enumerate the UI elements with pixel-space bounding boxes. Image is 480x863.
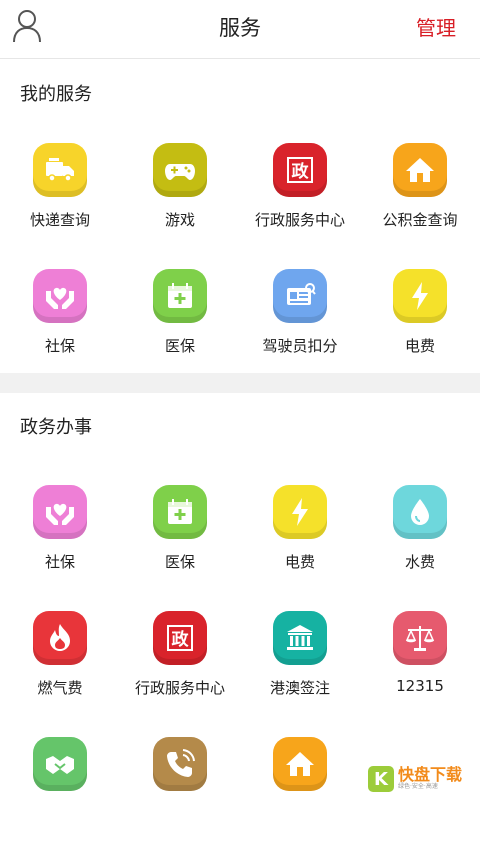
scales-icon	[393, 611, 447, 665]
water-drop-icon	[393, 485, 447, 539]
section-divider	[0, 373, 480, 393]
hands-heart-icon	[33, 485, 87, 539]
house-icon	[393, 143, 447, 197]
delivery-truck-icon	[33, 143, 87, 197]
service-item[interactable]: 电费	[240, 485, 360, 611]
watermark-logo: K 快盘下载 绿色·安全·高速	[368, 764, 474, 794]
gamepad-icon	[153, 143, 207, 197]
service-item-label: 12315	[396, 677, 444, 695]
service-item[interactable]	[240, 737, 360, 863]
service-item-label: 游戏	[164, 211, 195, 229]
watermark-mark: K	[368, 766, 394, 792]
service-item[interactable]: 政行政服务中心	[120, 611, 240, 737]
service-item-label: 快递查询	[29, 211, 90, 229]
service-item[interactable]: 水费	[360, 485, 480, 611]
medical-calendar-icon	[153, 485, 207, 539]
flame-icon	[33, 611, 87, 665]
service-item-label: 燃气费	[37, 679, 83, 697]
svg-text:政: 政	[292, 161, 310, 182]
hands-heart-icon	[33, 269, 87, 323]
service-item[interactable]: 游戏	[120, 143, 240, 269]
manage-button[interactable]: 管理	[416, 12, 456, 41]
service-item[interactable]: 燃气费	[0, 611, 120, 737]
service-item-label: 医保	[164, 553, 195, 571]
service-item-label: 港澳签注	[269, 679, 330, 697]
top-bar: 服务 管理	[0, 0, 480, 59]
section-title-my-services: 我的服务	[20, 84, 92, 105]
service-item-label: 行政服务中心	[134, 679, 225, 697]
service-item-label: 医保	[164, 337, 195, 355]
service-item-label: 电费	[404, 337, 435, 355]
svg-text:政: 政	[172, 629, 190, 650]
watermark-text: 快盘下载	[398, 765, 463, 784]
house-icon	[273, 737, 327, 791]
government-icon: 政	[153, 611, 207, 665]
government-icon: 政	[273, 143, 327, 197]
service-item[interactable]: 公积金查询	[360, 143, 480, 269]
service-item[interactable]: 医保	[120, 485, 240, 611]
service-item[interactable]: 12315	[360, 611, 480, 737]
service-item-label: 社保	[44, 337, 75, 355]
service-item-label: 驾驶员扣分	[262, 337, 338, 355]
service-item-label: 公积金查询	[382, 211, 458, 229]
handshake-icon	[33, 737, 87, 791]
service-item-label: 水费	[404, 553, 435, 571]
service-item[interactable]: 快递查询	[0, 143, 120, 269]
section-title-gov-services: 政务办事	[20, 417, 92, 438]
service-item[interactable]: 政行政服务中心	[240, 143, 360, 269]
my-services-grid: 快递查询 游戏政行政服务中心 公积金查询 社保 医保 驾驶员扣分 电费	[0, 143, 480, 395]
service-item[interactable]: 港澳签注	[240, 611, 360, 737]
service-item-label: 行政服务中心	[254, 211, 345, 229]
page-title: 服务	[219, 16, 261, 40]
service-item-label: 电费	[284, 553, 315, 571]
lightning-icon	[393, 269, 447, 323]
license-card-icon	[273, 269, 327, 323]
service-item-label: 社保	[44, 553, 75, 571]
service-item[interactable]	[120, 737, 240, 863]
service-item[interactable]: 社保	[0, 485, 120, 611]
service-item[interactable]	[0, 737, 120, 863]
building-columns-icon	[273, 611, 327, 665]
medical-calendar-icon	[153, 269, 207, 323]
phone-call-icon	[153, 737, 207, 791]
watermark-sub: 绿色·安全·高速	[398, 783, 438, 790]
lightning-icon	[273, 485, 327, 539]
gov-services-grid: 社保 医保 电费 水费 燃气费政行政服务中心 港澳签注 12315	[0, 485, 480, 863]
